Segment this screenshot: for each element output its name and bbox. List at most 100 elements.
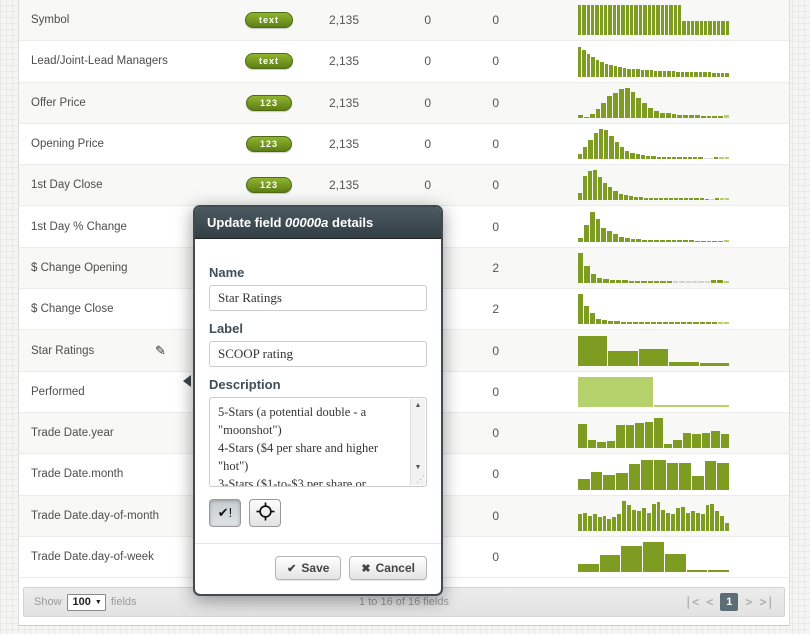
scroll-up-icon[interactable]: ▲ [415, 402, 422, 409]
histogram-bar [686, 281, 691, 283]
type-badge[interactable]: 123 [246, 136, 292, 152]
histogram-bar [654, 460, 666, 490]
first-page-button[interactable]: |< [685, 595, 699, 609]
table-row: Opening Price1232,13500 [19, 124, 789, 165]
histogram-bar [591, 5, 594, 35]
histogram[interactable] [578, 253, 729, 283]
histogram-bar [604, 130, 608, 159]
histogram-bar [643, 542, 664, 572]
histogram-bar [620, 147, 624, 159]
empty-cell: 0 [459, 426, 499, 440]
histogram-bar [674, 198, 678, 200]
histogram-bar [578, 424, 587, 448]
histogram-bar [578, 564, 599, 572]
histogram-bar [578, 294, 583, 324]
description-field[interactable]: 5-Stars (a potential double - a "moonsho… [210, 398, 426, 486]
label-label: Label [209, 321, 427, 336]
field-id: 00000a [285, 215, 328, 230]
errors-cell: 0 [391, 178, 431, 192]
histogram[interactable] [578, 377, 729, 407]
histogram-bar [648, 281, 653, 283]
histogram-bar [654, 405, 729, 407]
histogram-bar [689, 240, 694, 242]
scroll-down-icon[interactable]: ▼ [415, 464, 422, 471]
edit-pencil-icon[interactable]: ✎ [155, 343, 166, 359]
validate-toggle-button[interactable]: ✔! [209, 499, 241, 527]
histogram[interactable] [578, 294, 729, 324]
resize-grip-icon[interactable]: ⋰ [416, 474, 424, 485]
table-row: Offer Price1232,13500 [19, 83, 789, 124]
histogram-bar [717, 73, 720, 77]
histogram-bar [578, 514, 582, 531]
histogram-bar [627, 322, 632, 324]
histogram[interactable] [578, 47, 729, 77]
histogram-bar [721, 434, 730, 448]
histogram-bar [706, 322, 711, 324]
histogram-bar [607, 231, 612, 242]
type-badge[interactable]: text [245, 53, 293, 69]
histogram-bar [608, 187, 612, 200]
cancel-button[interactable]: ✖ Cancel [349, 556, 427, 580]
current-page-button[interactable]: 1 [720, 593, 738, 611]
count-cell: 2,135 [299, 54, 359, 68]
histogram-bar [578, 479, 590, 490]
histogram-bar [630, 153, 634, 159]
histogram-bar [724, 322, 729, 324]
type-badge[interactable]: 123 [246, 177, 292, 193]
histogram-bar [648, 240, 653, 242]
histogram-bar [667, 157, 671, 159]
histogram[interactable] [578, 170, 729, 200]
histogram-bar [619, 194, 623, 200]
histogram-bar [662, 157, 666, 159]
label-field[interactable] [209, 341, 427, 367]
histogram[interactable] [578, 460, 729, 490]
empty-cell: 2 [459, 261, 499, 275]
histogram[interactable] [578, 129, 729, 159]
histogram-bar [678, 5, 681, 35]
histogram-bar [713, 21, 716, 35]
field-name: $ Change Close [31, 303, 113, 315]
histogram-bar [634, 5, 637, 35]
histogram-bar [720, 198, 724, 200]
next-page-button[interactable]: > [745, 595, 752, 609]
type-badge[interactable]: text [245, 12, 293, 28]
type-badge[interactable]: 123 [246, 95, 292, 111]
histogram-bar [679, 463, 691, 490]
histogram-bar [622, 280, 627, 283]
histogram-bar [632, 510, 636, 531]
histogram-bar [654, 418, 663, 448]
scope-toggle-button[interactable] [249, 499, 281, 527]
histogram[interactable] [578, 336, 729, 366]
prev-page-button[interactable]: < [706, 595, 713, 609]
histogram[interactable] [578, 5, 729, 35]
histogram-bar [665, 5, 668, 35]
histogram-bar [635, 423, 644, 448]
histogram-bar [578, 238, 583, 242]
last-page-button[interactable]: >| [760, 595, 774, 609]
histogram-bar [666, 113, 671, 118]
histogram-bar [594, 133, 598, 159]
histogram[interactable] [578, 501, 729, 531]
histogram-bar [621, 546, 642, 572]
histogram-bar [578, 193, 582, 200]
popover-pointer [183, 375, 191, 387]
histogram[interactable] [578, 212, 729, 242]
textarea-scrollbar[interactable]: ▲ ▼ [410, 399, 425, 485]
histogram-bar [669, 5, 672, 35]
save-button[interactable]: ✔ Save [275, 556, 341, 580]
histogram-bar [613, 234, 618, 242]
histogram[interactable] [578, 542, 729, 572]
histogram-bar [651, 156, 655, 159]
histogram-bar [683, 240, 688, 242]
histogram-bar [583, 176, 587, 200]
name-field[interactable] [209, 285, 427, 311]
histogram[interactable] [578, 88, 729, 118]
histogram-bar [616, 425, 625, 448]
description-label: Description [209, 377, 427, 392]
histogram-bar [637, 511, 641, 531]
histogram-bar [724, 115, 729, 118]
histogram[interactable] [578, 418, 729, 448]
histogram-bar [596, 60, 599, 77]
histogram-bar [578, 115, 583, 118]
histogram-bar [698, 157, 702, 159]
